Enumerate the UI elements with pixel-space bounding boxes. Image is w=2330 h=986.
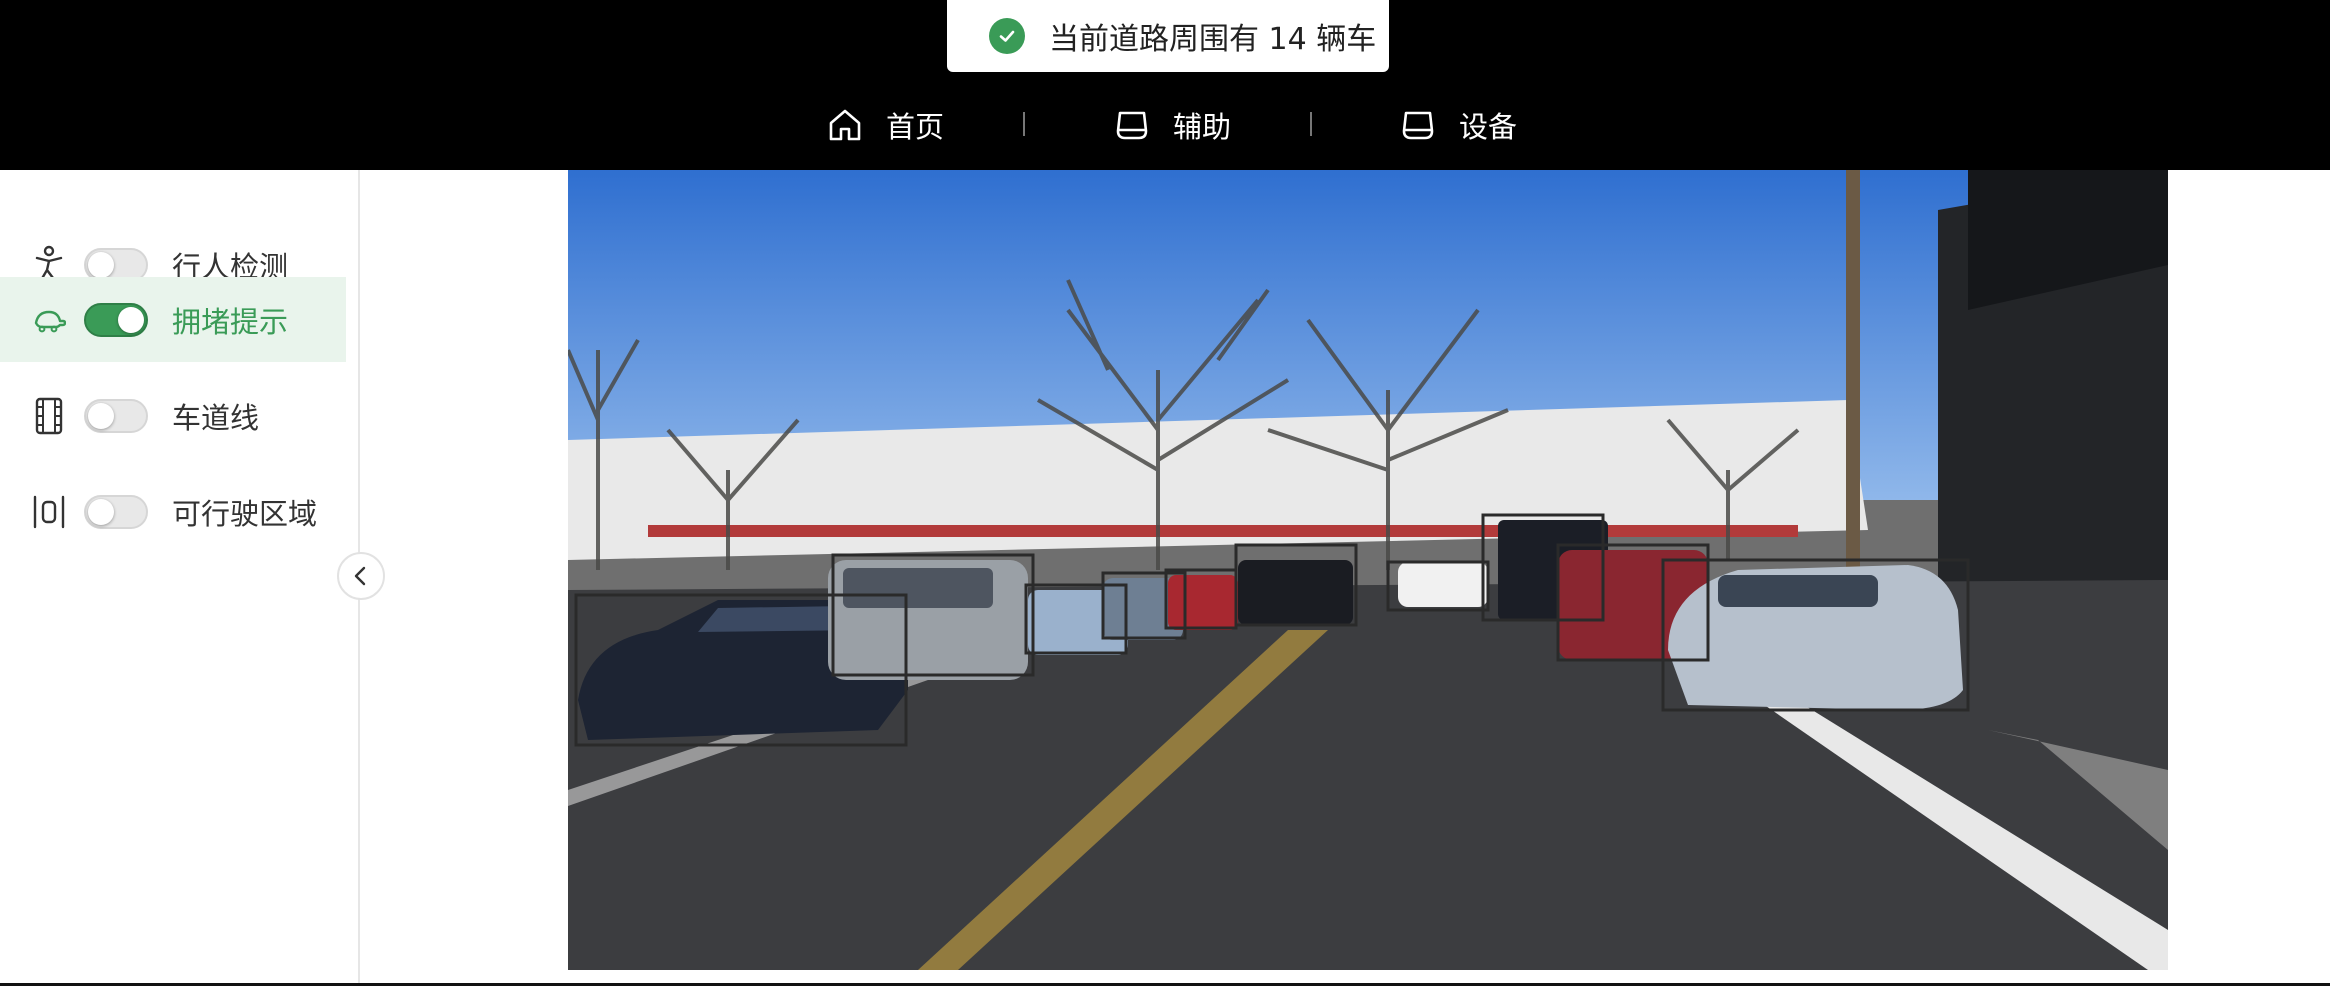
sidebar-item-lane-line[interactable]: 车道线 [0, 374, 346, 458]
nav-divider [1310, 112, 1312, 136]
tray-icon [1402, 111, 1434, 140]
sidebar-item-label: 车道线 [172, 401, 260, 435]
camera-video-feed [568, 170, 2168, 970]
feature-sidebar: 行人检测 拥堵提示 车道线 可行驶区域 [0, 170, 360, 986]
toggle-knob [118, 306, 144, 333]
tray-icon [1116, 111, 1148, 140]
nav-assist-label: 辅助 [1173, 110, 1232, 144]
sidebar-item-label: 可行驶区域 [172, 497, 318, 531]
nav-home[interactable]: 首页 [826, 98, 944, 152]
toggle-knob [88, 252, 114, 278]
check-circle-icon [989, 18, 1025, 54]
main-nav: 首页 辅助 设备 [0, 98, 2330, 152]
lane-line-toggle[interactable] [84, 399, 148, 433]
top-bar: 当前道路周围有 14 辆车 首页 辅助 设备 [0, 0, 2330, 170]
turtle-icon [32, 300, 66, 340]
nav-device-label: 设备 [1459, 110, 1518, 144]
sidebar-item-drivable-area[interactable]: 可行驶区域 [0, 470, 346, 554]
vehicle-count-toast: 当前道路周围有 14 辆车 [947, 0, 1389, 72]
sidebar-item-congestion[interactable]: 拥堵提示 [0, 277, 346, 362]
toggle-knob [88, 403, 114, 429]
congestion-toggle[interactable] [84, 302, 148, 337]
drivable-area-icon [32, 492, 66, 532]
toast-message: 当前道路周围有 14 辆车 [1049, 22, 1377, 57]
sidebar-item-label: 拥堵提示 [172, 304, 289, 339]
nav-divider [1023, 112, 1025, 136]
collapse-sidebar-button[interactable] [337, 552, 385, 600]
drivable-area-toggle[interactable] [84, 495, 148, 529]
nav-assist[interactable]: 辅助 [1113, 98, 1231, 152]
nav-device[interactable]: 设备 [1399, 98, 1517, 152]
nav-home-label: 首页 [886, 110, 945, 144]
home-icon [829, 109, 861, 141]
toggle-knob [88, 499, 114, 525]
lane-line-icon [32, 396, 66, 436]
street-scene [568, 170, 2168, 970]
chevron-left-icon [354, 566, 366, 586]
